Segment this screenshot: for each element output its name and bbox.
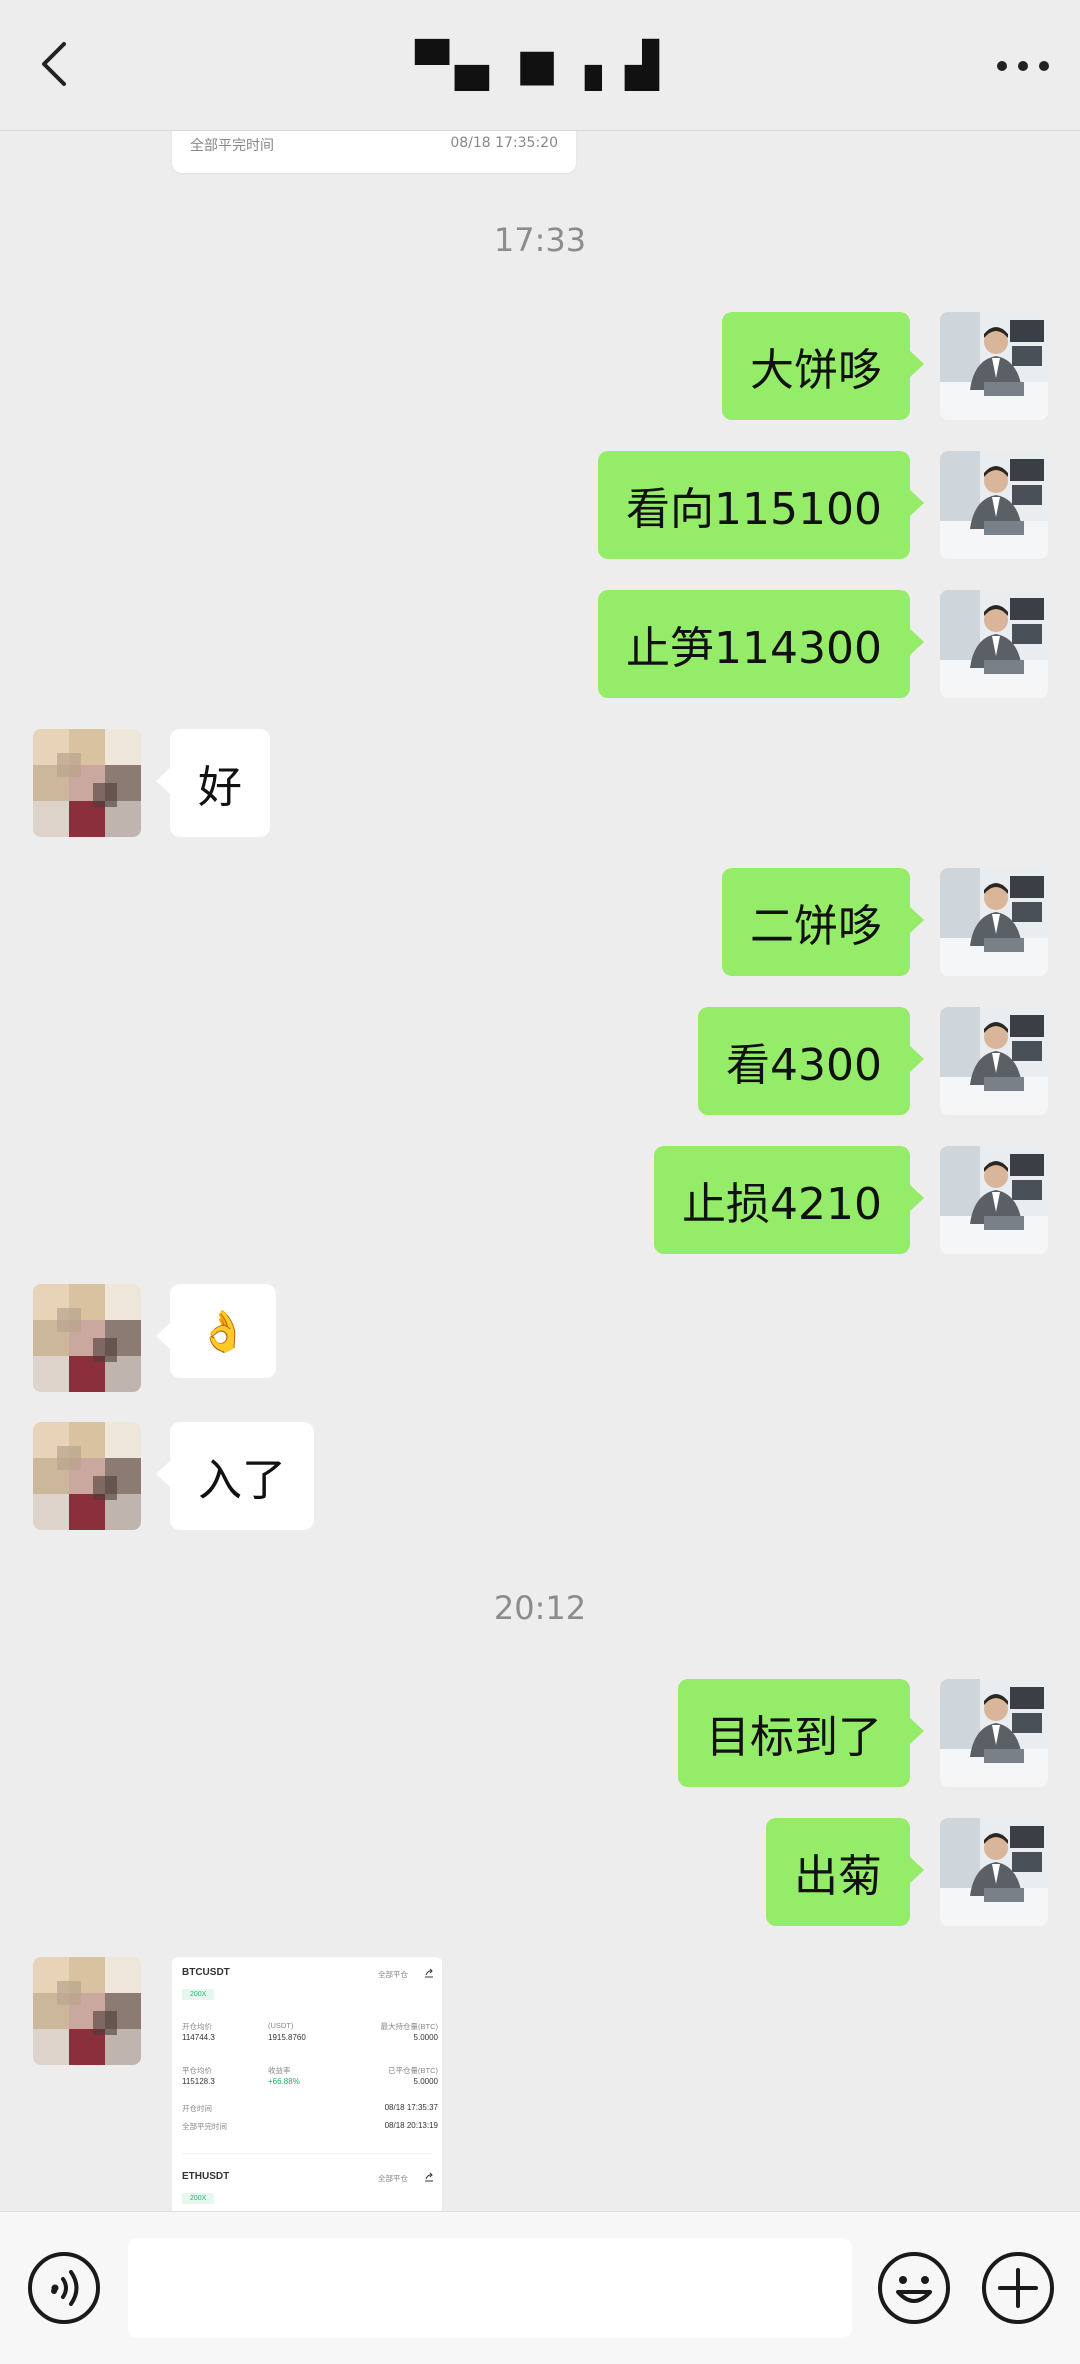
- my-message[interactable]: 止损4210: [654, 1146, 924, 1254]
- contact-message[interactable]: 好: [156, 729, 270, 837]
- return-rate-value: +66.88%: [268, 2077, 300, 2086]
- my-message[interactable]: 出菊: [766, 1818, 924, 1926]
- divider: [182, 2153, 432, 2154]
- trade-screenshot-image[interactable]: BTCUSDT 全部平仓 200X 开仓均价 114744.3 (USDT) 1…: [172, 1957, 442, 2211]
- voice-icon: [28, 2252, 100, 2324]
- return-rate-label: 收益率: [268, 2066, 291, 2075]
- close-price-value: 115128.3: [182, 2077, 215, 2086]
- contact-avatar[interactable]: [33, 1422, 141, 1530]
- contact-avatar[interactable]: [33, 1957, 141, 2065]
- pnl-label: (USDT): [268, 2021, 294, 2030]
- more-horizontal-icon: [997, 61, 1049, 71]
- my-avatar[interactable]: [940, 1007, 1048, 1115]
- contact-avatar[interactable]: [33, 1284, 141, 1392]
- my-message[interactable]: 大饼哆: [722, 312, 924, 420]
- my-avatar[interactable]: [940, 1679, 1048, 1787]
- my-avatar[interactable]: [940, 451, 1048, 559]
- closed-amount-label: 已平仓量(BTC): [388, 2066, 438, 2075]
- close-mode-label: 全部平仓: [378, 1970, 408, 1979]
- symbol-label: BTCUSDT: [182, 1967, 230, 1978]
- open-time-label: 开仓时间: [182, 2104, 212, 2113]
- my-message[interactable]: 二饼哆: [722, 868, 924, 976]
- previous-screenshot-card[interactable]: 全部平完时间 08/18 17:35:20: [172, 131, 576, 173]
- close-time-value: 08/18 20:13:19: [384, 2121, 438, 2130]
- close-mode-label: 全部平仓: [378, 2174, 408, 2183]
- close-price-label: 平仓均价: [182, 2066, 212, 2075]
- contact-avatar[interactable]: [33, 729, 141, 837]
- my-message[interactable]: 止笋114300: [598, 590, 924, 698]
- my-message[interactable]: 看向115100: [598, 451, 924, 559]
- contact-message[interactable]: 👌: [156, 1284, 276, 1378]
- more-button[interactable]: [990, 38, 1056, 94]
- my-avatar[interactable]: [940, 1146, 1048, 1254]
- share-icon: [425, 2172, 433, 2182]
- input-bar: [0, 2211, 1080, 2364]
- leverage-badge: 200X: [182, 1989, 215, 2000]
- open-price-label: 开仓均价: [182, 2022, 212, 2031]
- symbol-label: ETHUSDT: [182, 2171, 230, 2182]
- emoji-button[interactable]: [876, 2250, 952, 2326]
- timestamp: 20:12: [493, 1589, 587, 1627]
- share-icon: [425, 1968, 433, 1978]
- open-price-value: 114744.3: [182, 2033, 215, 2042]
- pnl-value: 1915.8760: [268, 2033, 306, 2042]
- my-avatar[interactable]: [940, 1818, 1048, 1926]
- close-time-label: 全部平完时间: [182, 2122, 227, 2131]
- max-hold-label: 最大持仓量(BTC): [380, 2022, 439, 2031]
- leverage-badge: 200X: [182, 2193, 215, 2204]
- open-time-value: 08/18 17:35:37: [384, 2103, 438, 2112]
- timestamp: 17:33: [493, 221, 587, 259]
- close-time-value: 08/18 17:35:20: [450, 135, 558, 151]
- voice-button[interactable]: [26, 2250, 102, 2326]
- my-avatar[interactable]: [940, 312, 1048, 420]
- chat-header: ▀▄ ■ ▖▟: [0, 0, 1080, 131]
- emoji-icon: [878, 2252, 950, 2324]
- message-list[interactable]: 全部平完时间 08/18 17:35:20 17:33 大饼哆 看向115100…: [0, 131, 1080, 2211]
- my-message[interactable]: 目标到了: [678, 1679, 924, 1787]
- message-input[interactable]: [128, 2238, 852, 2338]
- closed-amount-value: 5.0000: [413, 2077, 438, 2086]
- contact-message[interactable]: 入了: [156, 1422, 314, 1530]
- chat-title: ▀▄ ■ ▖▟: [415, 40, 665, 91]
- my-avatar[interactable]: [940, 868, 1048, 976]
- my-avatar[interactable]: [940, 590, 1048, 698]
- more-actions-button[interactable]: [980, 2250, 1056, 2326]
- plus-circle-icon: [982, 2252, 1054, 2324]
- close-time-label: 全部平完时间: [190, 138, 274, 154]
- max-hold-value: 5.0000: [413, 2033, 438, 2042]
- my-message[interactable]: 看4300: [698, 1007, 924, 1115]
